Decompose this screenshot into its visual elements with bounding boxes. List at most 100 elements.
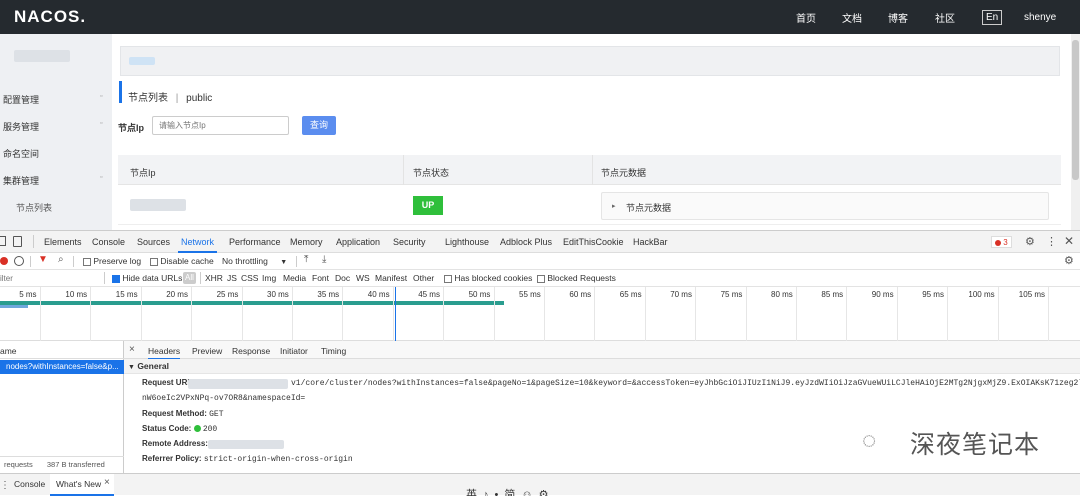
detail-tab-preview[interactable]: Preview (192, 346, 222, 356)
nacos-logo[interactable]: NACOS. (14, 7, 86, 27)
clear-icon[interactable] (14, 256, 24, 266)
search-button[interactable]: 查询 (302, 116, 336, 135)
filter-icon[interactable]: ▼ (38, 254, 48, 265)
hide-data-urls-checkbox[interactable]: Hide data URLs (112, 273, 182, 283)
disable-cache-checkbox[interactable]: Disable cache (150, 256, 214, 266)
record-icon[interactable] (0, 257, 8, 265)
detail-tab-bar: × Headers Preview Response Initiator Tim… (124, 341, 1080, 360)
column-header-node-ip: 节点Ip (130, 168, 156, 178)
expand-caret-icon: ▸ (612, 203, 616, 210)
timeline-gridline (90, 287, 92, 341)
inspect-icon[interactable] (0, 236, 6, 246)
export-har-icon[interactable]: ⤓ (322, 254, 326, 265)
tab-elements[interactable]: Elements (44, 237, 82, 247)
node-ip-search-input[interactable] (152, 116, 289, 135)
close-devtools-icon[interactable]: ✕ (1064, 234, 1074, 248)
sidebar-item-cluster[interactable]: 集群管理 (3, 174, 39, 187)
tab-lighthouse[interactable]: Lighthouse (445, 237, 489, 247)
sidebar-item-config[interactable]: 配置管理 (3, 93, 39, 106)
tab-adblock-plus[interactable]: Adblock Plus (500, 237, 552, 247)
tab-network[interactable]: Network (177, 237, 218, 253)
timeline-gridline (241, 287, 243, 341)
wechat-icon: ◌ (862, 427, 877, 454)
tab-editthiscookie[interactable]: EditThisCookie (563, 237, 624, 247)
drawer-tab-console[interactable]: Console (14, 479, 45, 489)
timeline-tick-label: 90 ms (871, 290, 894, 299)
timeline-gridline (544, 287, 545, 341)
timeline-tick-label: 55 ms (519, 290, 541, 299)
nav-docs[interactable]: 文档 (842, 0, 862, 34)
type-filter-xhr[interactable]: XHR (205, 273, 223, 283)
tab-memory[interactable]: Memory (290, 237, 323, 247)
import-har-icon[interactable]: ⤒ (304, 254, 308, 265)
error-count-badge[interactable]: 3 (991, 236, 1012, 248)
timeline-tick-label: 75 ms (720, 290, 743, 299)
page-title: 节点列表 | public (128, 93, 213, 104)
expand-icon: ▫ (100, 174, 103, 181)
type-filter-other[interactable]: Other (413, 273, 434, 283)
user-menu[interactable]: shenye (1024, 0, 1056, 34)
preserve-log-checkbox[interactable]: Preserve log (83, 256, 141, 266)
timeline-gridline (997, 287, 999, 341)
nav-blog[interactable]: 博客 (888, 0, 908, 34)
search-icon[interactable]: ⌕ (58, 254, 64, 265)
general-section-header[interactable]: ▼ General (124, 359, 1080, 374)
settings-gear-icon[interactable]: ⚙ (1025, 235, 1035, 248)
nav-home[interactable]: 首页 (796, 0, 816, 34)
name-column-header[interactable]: ame (0, 341, 124, 359)
watermark: ◌ 深夜笔记本 (862, 427, 1041, 459)
timeline-gridline (594, 287, 596, 341)
language-toggle[interactable]: En (982, 0, 1003, 34)
tab-security[interactable]: Security (393, 237, 426, 247)
type-filter-manifest[interactable]: Manifest (375, 273, 407, 283)
close-tab-icon[interactable]: × (104, 477, 110, 488)
type-filter-media[interactable]: Media (283, 273, 306, 283)
detail-tab-headers[interactable]: Headers (148, 346, 181, 360)
network-timeline-overview[interactable]: 5 ms 10 ms 15 ms 20 ms 25 ms 30 ms 35 ms 40 ms 4… (0, 287, 1080, 341)
tab-sources[interactable]: Sources (137, 237, 170, 247)
close-detail-icon[interactable]: × (129, 344, 135, 355)
timeline-gridline (292, 287, 293, 341)
type-filter-font[interactable]: Font (312, 273, 329, 283)
detail-tab-timing[interactable]: Timing (321, 346, 346, 356)
sidebar-item-service[interactable]: 服务管理 (3, 120, 39, 133)
device-toggle-icon[interactable] (13, 236, 22, 247)
type-filter-ws[interactable]: WS (356, 273, 370, 283)
request-row-selected[interactable]: nodes?withInstances=false&p... (0, 360, 124, 374)
has-blocked-cookies-checkbox[interactable]: Has blocked cookies (444, 273, 532, 283)
tab-console[interactable]: Console (92, 237, 125, 247)
status-badge: UP (413, 196, 443, 215)
tab-application[interactable]: Application (336, 237, 380, 247)
sidebar-item-node-list[interactable]: 节点列表 (16, 201, 52, 214)
remote-address-row: Remote Address: (142, 439, 208, 448)
request-url-value: v1/core/cluster/nodes?withInstances=fals… (291, 379, 1080, 388)
ime-toolbar[interactable]: 英♪•简☺⚙ (466, 486, 596, 496)
timeline-tick-label: 40 ms (367, 290, 390, 299)
devtools-tab-bar: Elements Console Sources Network Perform… (0, 231, 1080, 253)
type-filter-js[interactable]: JS (227, 273, 237, 283)
page-scrollbar-thumb[interactable] (1072, 40, 1079, 180)
more-options-icon[interactable]: ⋮ (1046, 235, 1057, 248)
type-filter-doc[interactable]: Doc (335, 273, 350, 283)
timeline-tick-label: 85 ms (821, 290, 844, 299)
detail-tab-initiator[interactable]: Initiator (280, 346, 308, 356)
network-settings-icon[interactable]: ⚙ (1064, 254, 1074, 267)
drawer-menu-icon[interactable]: ⋮ (0, 480, 10, 491)
filter-input[interactable] (0, 272, 102, 285)
type-filter-img[interactable]: Img (262, 273, 276, 283)
top-nav-bar: NACOS. 首页 文档 博客 社区 En shenye (0, 0, 1080, 34)
blocked-requests-checkbox[interactable]: Blocked Requests (537, 273, 616, 283)
type-filter-all[interactable]: All (183, 272, 196, 284)
drawer-tab-whats-new[interactable]: What's New × (50, 474, 114, 496)
metadata-expander[interactable]: ▸ 节点元数据 (601, 192, 1049, 220)
header-bar (120, 46, 1060, 76)
tab-hackbar[interactable]: HackBar (633, 237, 668, 247)
sidebar-item-namespace[interactable]: 命名空间 (3, 147, 39, 160)
detail-tab-response[interactable]: Response (232, 346, 270, 356)
type-filter-css[interactable]: CSS (241, 273, 258, 283)
tab-performance[interactable]: Performance (229, 237, 281, 247)
throttling-select[interactable]: No throttling ▼ (222, 256, 287, 266)
timeline-gridline (695, 287, 697, 341)
nav-community[interactable]: 社区 (935, 0, 955, 34)
search-label: 节点Ip (118, 123, 144, 133)
